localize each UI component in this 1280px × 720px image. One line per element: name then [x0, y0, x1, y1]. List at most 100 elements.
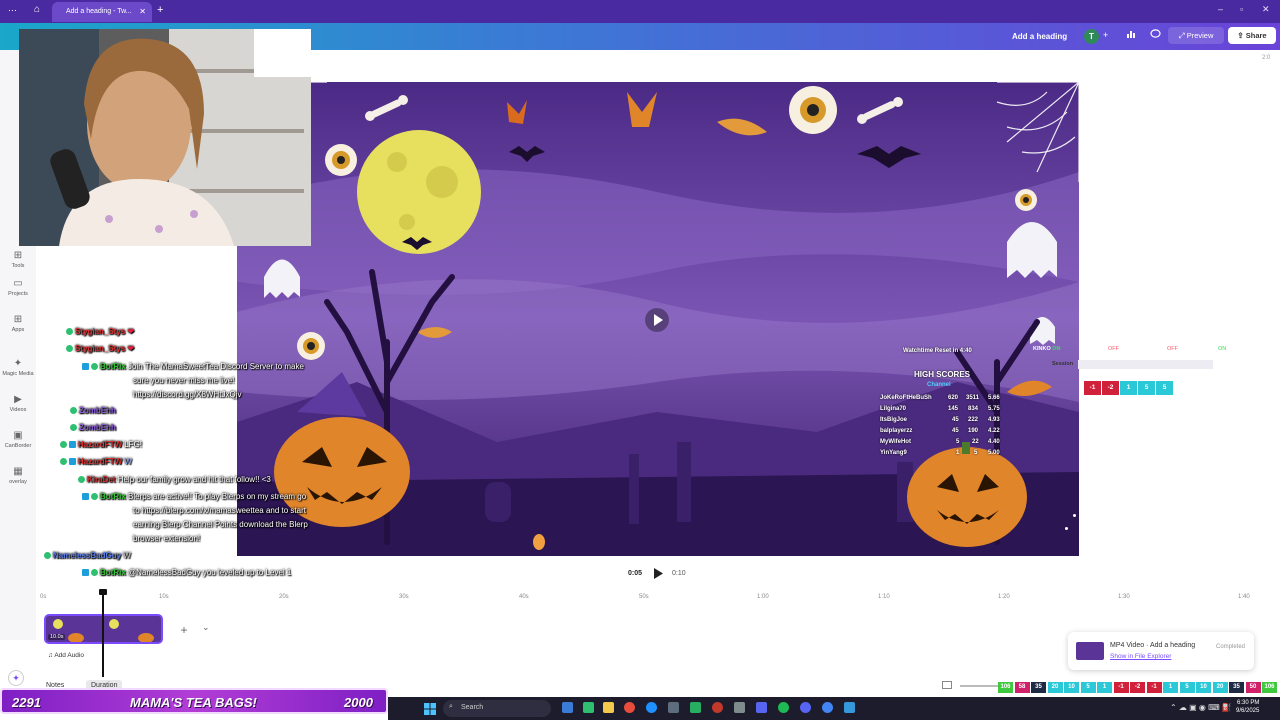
- tick-label: 1:20: [998, 594, 1010, 600]
- counter-chip[interactable]: 50: [1245, 682, 1261, 693]
- sidebar-item-overlay[interactable]: ▦ overlay: [0, 466, 36, 485]
- app-icon[interactable]: [690, 702, 701, 713]
- chat-message: BotRix Blerps are active!! To play Blerp…: [82, 492, 306, 501]
- chat-message: BotRix Join The MamaSweetTea Discord Ser…: [82, 362, 304, 371]
- counter-chip[interactable]: 5: [1138, 381, 1155, 395]
- webcam-feed: [19, 29, 311, 246]
- timeline-ruler[interactable]: 0s 10s 20s 30s 40s 50s 1:00 1:10 1:20 1:…: [40, 594, 1260, 606]
- counter-chip[interactable]: 5: [1156, 381, 1173, 395]
- counter-chip[interactable]: 106: [1262, 682, 1277, 693]
- app-icon[interactable]: [668, 702, 679, 713]
- add-page-button[interactable]: +: [174, 620, 194, 640]
- app-icon[interactable]: [734, 702, 745, 713]
- chrome-active-icon[interactable]: [822, 702, 833, 713]
- counter-chip[interactable]: 10: [1064, 682, 1079, 693]
- play-button[interactable]: [652, 567, 664, 580]
- magic-media-icon: ✦: [13, 358, 23, 369]
- playhead-handle[interactable]: [99, 589, 107, 595]
- tick-label: 1:10: [878, 594, 890, 600]
- video-thumbnail: [1076, 642, 1104, 660]
- document-title[interactable]: Add a heading: [1012, 32, 1067, 41]
- tick-label: 20s: [279, 594, 289, 600]
- app-icon[interactable]: [756, 702, 767, 713]
- design-canvas[interactable]: [237, 82, 1079, 556]
- show-in-explorer-link[interactable]: Show in File Explorer: [1110, 653, 1171, 660]
- canvas-play-button[interactable]: [645, 308, 669, 332]
- maximize-icon[interactable]: ▫: [1240, 4, 1243, 14]
- counter-chip[interactable]: 1: [1097, 682, 1112, 693]
- edge-icon[interactable]: [646, 702, 657, 713]
- counter-chip[interactable]: 1: [1163, 682, 1178, 693]
- counter-chip[interactable]: 10: [1196, 682, 1211, 693]
- session-bar: [1078, 360, 1213, 369]
- chat-message-cont[interactable]: https://discord.gg/X8WHtJxQjv: [133, 390, 241, 399]
- copilot-icon[interactable]: [583, 702, 594, 713]
- add-audio-button[interactable]: ♫ Add Audio: [48, 652, 84, 659]
- chat-message: KiraDet Help our family grow and hit tha…: [78, 475, 271, 484]
- counter-chip[interactable]: -2: [1130, 682, 1145, 693]
- preview-button[interactable]: ⤢ Preview: [1168, 27, 1224, 44]
- counter-chip[interactable]: 20: [1212, 682, 1228, 693]
- tab-title: Add a heading - Tw...: [66, 8, 132, 15]
- download-notification[interactable]: MP4 Video · Add a heading Show in File E…: [1068, 632, 1254, 670]
- counter-chip[interactable]: -1: [1146, 682, 1162, 693]
- obs-icon[interactable]: [712, 702, 723, 713]
- sidebar-item-videos[interactable]: ▶ Videos: [0, 394, 36, 413]
- browser-menu-icon[interactable]: ⋯: [8, 5, 17, 16]
- counter-chip[interactable]: -1: [1084, 381, 1101, 395]
- notification-status: Completed: [1216, 644, 1246, 650]
- file-explorer-icon[interactable]: [603, 702, 614, 713]
- counter-chip[interactable]: -1: [1113, 682, 1129, 693]
- taskbar-clock[interactable]: 6:30 PM 9/6/2025: [1236, 699, 1259, 715]
- comment-icon[interactable]: [1150, 29, 1161, 41]
- counter-chip[interactable]: 58: [1014, 682, 1030, 693]
- counters-strip: 106 58 35 20 10 5 1 -1 -2 -1 1 5 10 20 35 50 106: [998, 681, 1280, 694]
- app-icon[interactable]: [844, 702, 855, 713]
- home-icon[interactable]: ⌂: [34, 4, 40, 15]
- spotify-icon[interactable]: [778, 702, 789, 713]
- sidebar-item-projects[interactable]: ▭ Projects: [0, 278, 36, 297]
- sidebar-item-tools[interactable]: ⊞ Tools: [0, 250, 36, 269]
- tick-label: 1:00: [757, 594, 769, 600]
- counter-chip[interactable]: 106: [998, 682, 1013, 693]
- new-tab-button[interactable]: +: [157, 4, 163, 16]
- counter-chip[interactable]: 35: [1031, 682, 1046, 693]
- browser-tab[interactable]: Add a heading - Tw... ✕: [52, 2, 152, 22]
- close-tab-icon[interactable]: ✕: [139, 7, 146, 16]
- goal-title: MAMA'S TEA BAGS!: [130, 695, 257, 710]
- share-button[interactable]: ⇪ Share: [1228, 27, 1276, 44]
- sidebar-item-apps[interactable]: ⊞ Apps: [0, 314, 36, 333]
- screen-icon[interactable]: [942, 681, 952, 689]
- chrome-icon[interactable]: [624, 702, 635, 713]
- counter-chip[interactable]: 20: [1047, 682, 1063, 693]
- decor-dot: [1065, 527, 1068, 530]
- chat-message-cont: earning Blerp Channel Points download th…: [133, 520, 308, 529]
- tick-label: 50s: [639, 594, 649, 600]
- chevron-down-icon[interactable]: ⌄: [202, 622, 210, 633]
- left-counter: 2291: [12, 695, 41, 710]
- task-view-icon[interactable]: [562, 702, 573, 713]
- discord-icon[interactable]: [800, 702, 811, 713]
- system-tray-icons[interactable]: ⌃ ☁ ▣ ◉ ⌨ ⛽: [1170, 703, 1232, 712]
- minimize-icon[interactable]: –: [1218, 4, 1223, 14]
- counter-chip[interactable]: 5: [1179, 682, 1195, 693]
- counter-chip[interactable]: 1: [1120, 381, 1137, 395]
- close-window-icon[interactable]: ✕: [1262, 4, 1270, 15]
- search-icon: ⌕: [449, 703, 453, 710]
- insights-icon[interactable]: [1126, 29, 1136, 41]
- tools-icon: ⊞: [13, 250, 23, 261]
- counter-chip[interactable]: 5: [1080, 682, 1096, 693]
- avatar[interactable]: T: [1084, 29, 1099, 44]
- sidebar-item-canborder[interactable]: ▣ CanBorder: [0, 430, 36, 449]
- counter-chip[interactable]: -2: [1102, 381, 1119, 395]
- tick-label: 30s: [399, 594, 409, 600]
- zoom-slider[interactable]: [960, 685, 998, 687]
- current-time: 0:05: [628, 570, 643, 577]
- add-collaborator-icon[interactable]: +: [1103, 30, 1108, 40]
- sidebar-item-magic-media[interactable]: ✦ Magic Media: [0, 358, 36, 377]
- counter-chip[interactable]: 35: [1229, 682, 1244, 693]
- magic-assistant-icon[interactable]: ✦: [8, 670, 24, 686]
- windows-start-icon[interactable]: [424, 702, 436, 720]
- playhead[interactable]: [102, 592, 104, 677]
- taskbar-search[interactable]: ⌕ Search: [443, 700, 551, 717]
